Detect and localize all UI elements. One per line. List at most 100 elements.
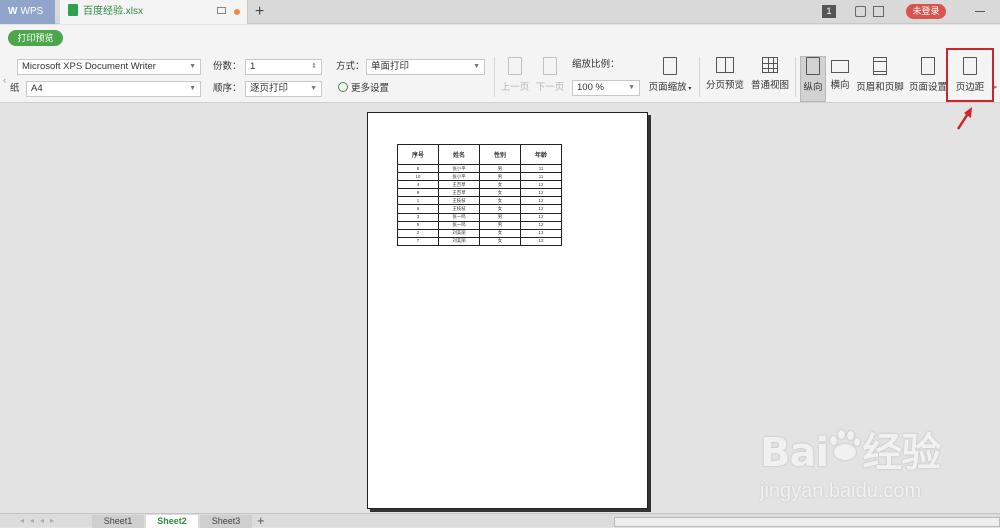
sheet-tab[interactable]: Sheet3 bbox=[200, 515, 252, 528]
copies-label: 份数： bbox=[213, 61, 242, 72]
table-cell: 9 bbox=[397, 188, 439, 198]
table-cell: 12 bbox=[520, 180, 562, 190]
table-cell: 男 bbox=[479, 172, 521, 182]
chevron-down-icon: ▼ bbox=[189, 85, 196, 92]
file-tab[interactable]: 百度经验.xlsx bbox=[60, 0, 248, 24]
table-cell: 12 bbox=[520, 196, 562, 206]
table-cell: 女 bbox=[479, 236, 521, 246]
table-cell: 7 bbox=[397, 236, 439, 246]
table-row: 5 张一鸣男 12 bbox=[397, 220, 562, 230]
table-cell: 2 bbox=[397, 228, 439, 238]
sheet-tab-bar: ◂◂◂▸ Sheet1 Sheet2 Sheet3 + bbox=[0, 513, 1000, 528]
shirt-icon[interactable] bbox=[873, 6, 884, 17]
table-cell: 刘美丽 bbox=[438, 236, 480, 246]
print-preview-toolbar: 打印预览 ‹ Microsoft XPS Document Writer ▼ 纸 … bbox=[0, 25, 1000, 103]
window-count-badge[interactable]: 1 bbox=[822, 5, 836, 18]
skin-icon[interactable] bbox=[855, 6, 866, 17]
scroll-left-icon[interactable]: ‹ bbox=[3, 75, 6, 85]
page-setup-button[interactable]: 页面设置 bbox=[908, 57, 948, 101]
header-footer-button[interactable]: 页眉和页脚 bbox=[856, 57, 904, 101]
more-settings-label: 更多设置 bbox=[351, 83, 390, 94]
print-preview-page: 序号 姓名 性别 年龄 8 张小平男 11 10 张小平男 11 4 王百草女 12 9 王百草女 1… bbox=[367, 112, 648, 509]
table-cell: 女 bbox=[479, 204, 521, 214]
table-cell: 王枝枝 bbox=[438, 204, 480, 214]
login-button[interactable]: 未登录 bbox=[906, 4, 946, 19]
table-cell: 女 bbox=[479, 228, 521, 238]
printer-select[interactable]: Microsoft XPS Document Writer ▼ bbox=[17, 59, 201, 75]
landscape-label: 横向 bbox=[830, 80, 850, 91]
page-break-preview-button[interactable]: 分页预览 bbox=[705, 57, 745, 101]
next-page-label: 下一页 bbox=[535, 82, 565, 93]
zoom-label: 缩放比例： bbox=[572, 59, 620, 70]
paper-select[interactable]: A4 ▼ bbox=[26, 81, 201, 97]
page-zoom-button[interactable]: 页面缩放 ▾ bbox=[645, 57, 695, 101]
landscape-button[interactable]: 横向 bbox=[828, 57, 852, 101]
more-settings-link[interactable]: 更多设置 bbox=[338, 81, 389, 97]
table-cell: 11 bbox=[520, 163, 562, 174]
wps-logo-icon: W bbox=[8, 6, 18, 17]
normal-view-button[interactable]: 普通视图 bbox=[750, 57, 790, 101]
zoom-select[interactable]: 100 % ▼ bbox=[572, 80, 640, 96]
unsaved-dot-icon bbox=[234, 9, 240, 15]
table-row: 3 张一鸣男 12 bbox=[397, 212, 562, 222]
landscape-icon bbox=[831, 60, 849, 73]
minimize-icon[interactable] bbox=[975, 11, 985, 12]
table-cell: 男 bbox=[479, 220, 521, 230]
table-cell: 女 bbox=[479, 180, 521, 190]
next-page-button[interactable]: 下一页 bbox=[535, 57, 565, 101]
scroll-right-icon[interactable]: ▸ bbox=[994, 83, 998, 91]
table-cell: 3 bbox=[397, 212, 439, 222]
header-cell: 年龄 bbox=[520, 144, 562, 165]
page-zoom-label: 页面缩放 bbox=[648, 82, 687, 93]
table-cell: 12 bbox=[520, 212, 562, 222]
order-label: 顺序： bbox=[213, 83, 242, 94]
table-cell: 张小平 bbox=[438, 163, 480, 174]
page-break-preview-icon bbox=[716, 57, 734, 73]
header-cell: 序号 bbox=[397, 144, 439, 165]
sheet-nav-arrows-icon[interactable]: ◂◂◂▸ bbox=[20, 516, 60, 525]
baidu-paw-icon bbox=[830, 430, 861, 460]
grid-view-icon bbox=[762, 57, 778, 73]
prev-page-button[interactable]: 上一页 bbox=[500, 57, 530, 101]
table-cell: 女 bbox=[479, 188, 521, 198]
baidu-jingyan-watermark: Bai 经验 jingyan.baidu.com bbox=[760, 420, 980, 510]
order-select[interactable]: 逐页打印 ▼ bbox=[245, 81, 322, 97]
page-setup-label: 页面设置 bbox=[908, 82, 947, 93]
prev-page-icon bbox=[508, 57, 522, 75]
copies-stepper[interactable]: 1 ⇕ bbox=[245, 59, 322, 75]
file-name: 百度经验.xlsx bbox=[83, 6, 143, 17]
mode-select[interactable]: 单面打印 ▼ bbox=[366, 59, 485, 75]
table-cell: 13 bbox=[520, 236, 562, 246]
table-cell: 6 bbox=[397, 204, 439, 214]
table-cell: 1 bbox=[397, 196, 439, 206]
prev-page-label: 上一页 bbox=[500, 82, 530, 93]
table-cell: 王枝枝 bbox=[438, 196, 480, 206]
mode-value: 单面打印 bbox=[371, 61, 410, 72]
wps-home-tab[interactable]: W WPS bbox=[0, 0, 55, 24]
sheet-tab[interactable]: Sheet1 bbox=[92, 515, 144, 528]
table-row: 6 王枝枝女 12 bbox=[397, 204, 562, 214]
copies-value: 1 bbox=[250, 61, 256, 72]
paper-value: A4 bbox=[31, 83, 43, 94]
table-cell: 12 bbox=[520, 188, 562, 198]
data-table: 序号 姓名 性别 年龄 8 张小平男 11 10 张小平男 11 4 王百草女 12 9 王百草女 1… bbox=[397, 144, 562, 246]
monitor-icon[interactable] bbox=[217, 7, 226, 14]
mode-label: 方式： bbox=[336, 61, 365, 72]
title-bar: W WPS 百度经验.xlsx + 1 未登录 bbox=[0, 0, 1000, 24]
header-cell: 性别 bbox=[479, 144, 521, 165]
print-preview-button[interactable]: 打印预览 bbox=[8, 30, 63, 46]
table-cell: 王百草 bbox=[438, 188, 480, 198]
horizontal-scrollbar[interactable] bbox=[614, 517, 1000, 527]
portrait-button[interactable]: 纵向 bbox=[801, 57, 825, 101]
sheet-tab-active[interactable]: Sheet2 bbox=[146, 515, 198, 528]
table-row: 4 王百草女 12 bbox=[397, 180, 562, 190]
divider bbox=[795, 57, 796, 97]
add-sheet-button[interactable]: + bbox=[257, 513, 265, 528]
chevron-down-icon: ▼ bbox=[473, 63, 480, 70]
new-tab-button[interactable]: + bbox=[255, 2, 269, 22]
next-page-icon bbox=[543, 57, 557, 75]
table-cell: 10 bbox=[397, 172, 439, 182]
stepper-arrows-icon[interactable]: ⇕ bbox=[311, 60, 317, 74]
table-cell: 张一鸣 bbox=[438, 220, 480, 230]
table-row: 2 刘美丽女 13 bbox=[397, 228, 562, 238]
